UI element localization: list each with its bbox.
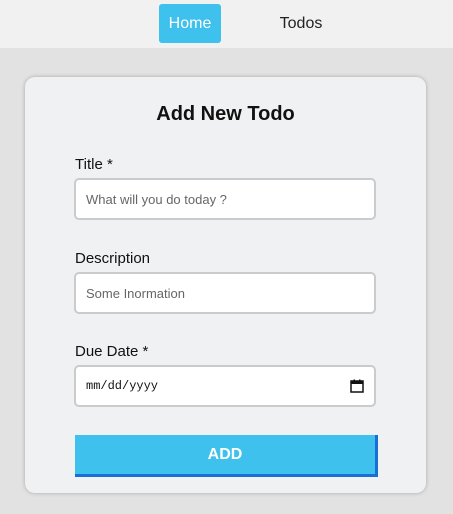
page-title: Add New Todo xyxy=(156,103,295,125)
due-date-label: Due Date * xyxy=(75,343,149,360)
title-input[interactable] xyxy=(74,178,376,220)
title-label: Title * xyxy=(75,156,113,173)
due-date-placeholder: mm/dd/yyyy xyxy=(86,379,159,393)
top-navbar: Home Todos xyxy=(0,0,453,48)
add-button[interactable]: ADD xyxy=(75,435,378,477)
due-date-input[interactable]: mm/dd/yyyy xyxy=(74,365,376,407)
nav-todos-link[interactable]: Todos xyxy=(270,4,332,43)
add-todo-card: Add New Todo Title * Description Due Dat… xyxy=(25,77,426,493)
description-input[interactable] xyxy=(74,272,376,314)
calendar-icon[interactable] xyxy=(350,379,364,393)
description-label: Description xyxy=(75,250,151,267)
nav-home-link[interactable]: Home xyxy=(159,4,221,43)
